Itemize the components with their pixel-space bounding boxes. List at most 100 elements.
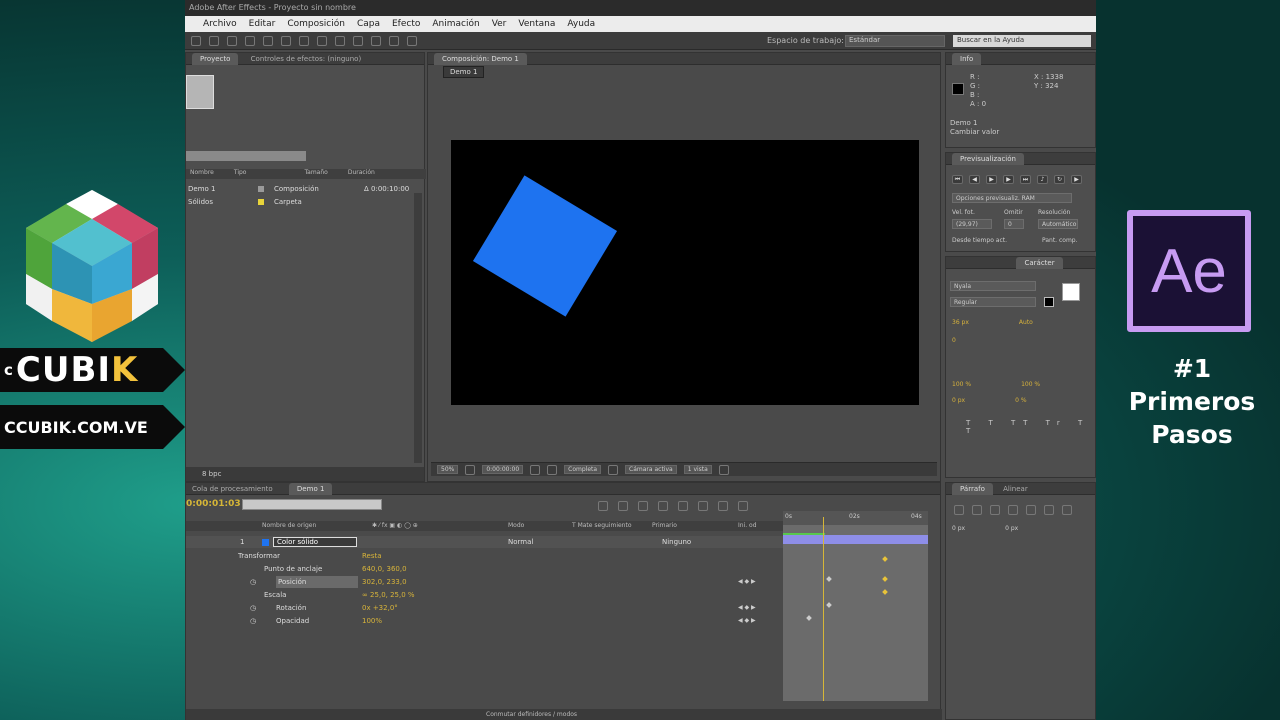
eraser-tool-icon[interactable] [389, 35, 399, 46]
hand-tool-icon[interactable] [209, 35, 219, 46]
prop-value[interactable]: 100% [362, 615, 382, 627]
prop-value[interactable]: Resta [362, 550, 382, 562]
keyframe-nav[interactable]: ◀ ◆ ▶ [738, 602, 756, 614]
col-trkmat[interactable]: T Mate seguimiento [572, 522, 632, 529]
font-family-select[interactable]: Nyala [950, 281, 1036, 291]
next-frame-icon[interactable]: ▶ [1003, 175, 1014, 184]
motion-blur-icon[interactable] [698, 501, 708, 511]
align-center-icon[interactable] [972, 505, 982, 515]
prop-row[interactable]: ◷ Rotación 0x +32,0° ◀ ◆ ▶ [186, 602, 783, 614]
flowchart-icon[interactable] [718, 464, 729, 475]
fill-color-swatch[interactable] [1062, 283, 1080, 301]
toggle-switches-modes[interactable]: Conmutar definidores / modos [486, 711, 577, 718]
layer-name-field[interactable]: Color sólido [273, 537, 357, 547]
bpc-label[interactable]: 8 bpc [202, 470, 221, 478]
region-icon[interactable] [608, 464, 619, 475]
menu-composicion[interactable]: Composición [287, 19, 345, 29]
col-parent[interactable]: Primario [652, 522, 677, 529]
pen-tool-icon[interactable] [317, 35, 327, 46]
keyframe-marker[interactable] [882, 576, 888, 582]
composition-canvas[interactable] [451, 140, 919, 405]
menu-efecto[interactable]: Efecto [392, 19, 420, 29]
col-mode[interactable]: Modo [508, 522, 524, 529]
skip-select[interactable]: 0 [1004, 219, 1024, 229]
first-frame-icon[interactable]: ⏮ [952, 175, 963, 184]
menu-editar[interactable]: Editar [249, 19, 276, 29]
play-icon[interactable]: ▶ [986, 175, 997, 184]
puppet-tool-icon[interactable] [407, 35, 417, 46]
ram-options-select[interactable]: Opciones previsualiz. RAM [952, 193, 1072, 203]
snapshot-icon[interactable] [530, 464, 541, 475]
live-update-icon[interactable] [618, 501, 628, 511]
justify-all-icon[interactable] [1062, 505, 1072, 515]
prop-row[interactable]: Transformar Resta [186, 550, 783, 562]
prop-value[interactable]: 640,0, 360,0 [362, 563, 407, 575]
tracking-value[interactable]: 0 [952, 337, 956, 347]
resolution-select[interactable]: Completa [564, 465, 602, 474]
tab-timeline-comp[interactable]: Demo 1 [288, 483, 333, 495]
grid-icon[interactable] [465, 464, 476, 475]
channel-icon[interactable] [547, 464, 558, 475]
tab-character[interactable]: Carácter [1016, 257, 1063, 269]
stopwatch-icon[interactable]: ◷ [250, 576, 256, 588]
views-select[interactable]: 1 vista [683, 465, 712, 474]
tab-project[interactable]: Proyecto [192, 53, 239, 65]
prop-row[interactable]: ◷ Opacidad 100% ◀ ◆ ▶ [186, 615, 783, 627]
zoom-tool-icon[interactable] [227, 35, 237, 46]
prop-row[interactable]: ◷ Posición 302,0, 233,0 ◀ ◆ ▶ [186, 576, 783, 588]
brush-tool-icon[interactable] [353, 35, 363, 46]
rectangle-tool-icon[interactable] [299, 35, 309, 46]
vertical-scale-value[interactable]: 100 % [952, 381, 971, 391]
project-scrollbar[interactable] [414, 193, 422, 463]
keyframe-marker[interactable] [882, 556, 888, 562]
tab-composition[interactable]: Composición: Demo 1 [434, 53, 527, 65]
prop-value[interactable]: ∞ 25,0, 25,0 % [362, 589, 415, 601]
tab-effect-controls[interactable]: Controles de efectos: (ninguno) [251, 55, 362, 63]
justify-center-icon[interactable] [1026, 505, 1036, 515]
clone-tool-icon[interactable] [371, 35, 381, 46]
text-tool-icon[interactable] [335, 35, 345, 46]
prop-row[interactable]: Punto de anclaje 640,0, 360,0 [186, 563, 783, 575]
col-size[interactable]: Tamaño [304, 169, 327, 179]
menu-ver[interactable]: Ver [492, 19, 507, 29]
stroke-color-swatch[interactable] [1044, 297, 1054, 307]
pan-behind-tool-icon[interactable] [281, 35, 291, 46]
font-style-select[interactable]: Regular [950, 297, 1036, 307]
time-ruler[interactable]: 0s 02s 04s [783, 511, 928, 525]
tab-effects[interactable] [952, 259, 954, 267]
keyframe-nav[interactable]: ◀ ◆ ▶ [738, 576, 756, 588]
prop-value[interactable]: 302,0, 233,0 [362, 576, 407, 588]
menu-capa[interactable]: Capa [357, 19, 380, 29]
layer-parent-select[interactable]: Ninguno [662, 536, 691, 548]
col-switches[interactable]: ✱ ⁄ fx ▣ ◐ ◯ ⊕ [372, 522, 418, 529]
col-name[interactable]: Nombre [190, 169, 214, 179]
timecode-display[interactable]: 0:00:00:00 [482, 465, 524, 474]
workspace-select[interactable]: Estándar [845, 35, 945, 47]
menu-ayuda[interactable]: Ayuda [567, 19, 595, 29]
keyframe-marker[interactable] [882, 589, 888, 595]
indent-right-value[interactable]: 0 px [1005, 525, 1018, 535]
col-source-name[interactable]: Nombre de origen [262, 522, 316, 529]
graph-editor-icon[interactable] [738, 501, 748, 511]
indent-left-value[interactable]: 0 px [952, 525, 965, 535]
prop-row[interactable]: Escala ∞ 25,0, 25,0 % [186, 589, 783, 601]
fps-select[interactable]: (29,97) [952, 219, 992, 229]
menu-animacion[interactable]: Animación [432, 19, 479, 29]
justify-right-icon[interactable] [1044, 505, 1054, 515]
tab-paragraph[interactable]: Párrafo [952, 483, 993, 495]
col-type[interactable]: Tipo [234, 169, 247, 179]
brainstorm-icon[interactable] [718, 501, 728, 511]
shy-icon[interactable] [658, 501, 668, 511]
prev-frame-icon[interactable]: ◀ [969, 175, 980, 184]
layer-mode-select[interactable]: Normal [508, 536, 533, 548]
from-current-checkbox[interactable]: Desde tiempo act. [952, 237, 1007, 244]
baseline-value[interactable]: 0 px [952, 397, 965, 407]
project-item[interactable]: Sólidos Carpeta [186, 196, 426, 208]
font-size-value[interactable]: 36 px [952, 319, 969, 329]
rotate-tool-icon[interactable] [245, 35, 255, 46]
tab-preview[interactable]: Previsualización [952, 153, 1024, 165]
current-time-indicator[interactable] [823, 517, 824, 701]
selection-tool-icon[interactable] [191, 35, 201, 46]
timeline-search-input[interactable] [242, 499, 382, 510]
keyframe-nav[interactable]: ◀ ◆ ▶ [738, 615, 756, 627]
